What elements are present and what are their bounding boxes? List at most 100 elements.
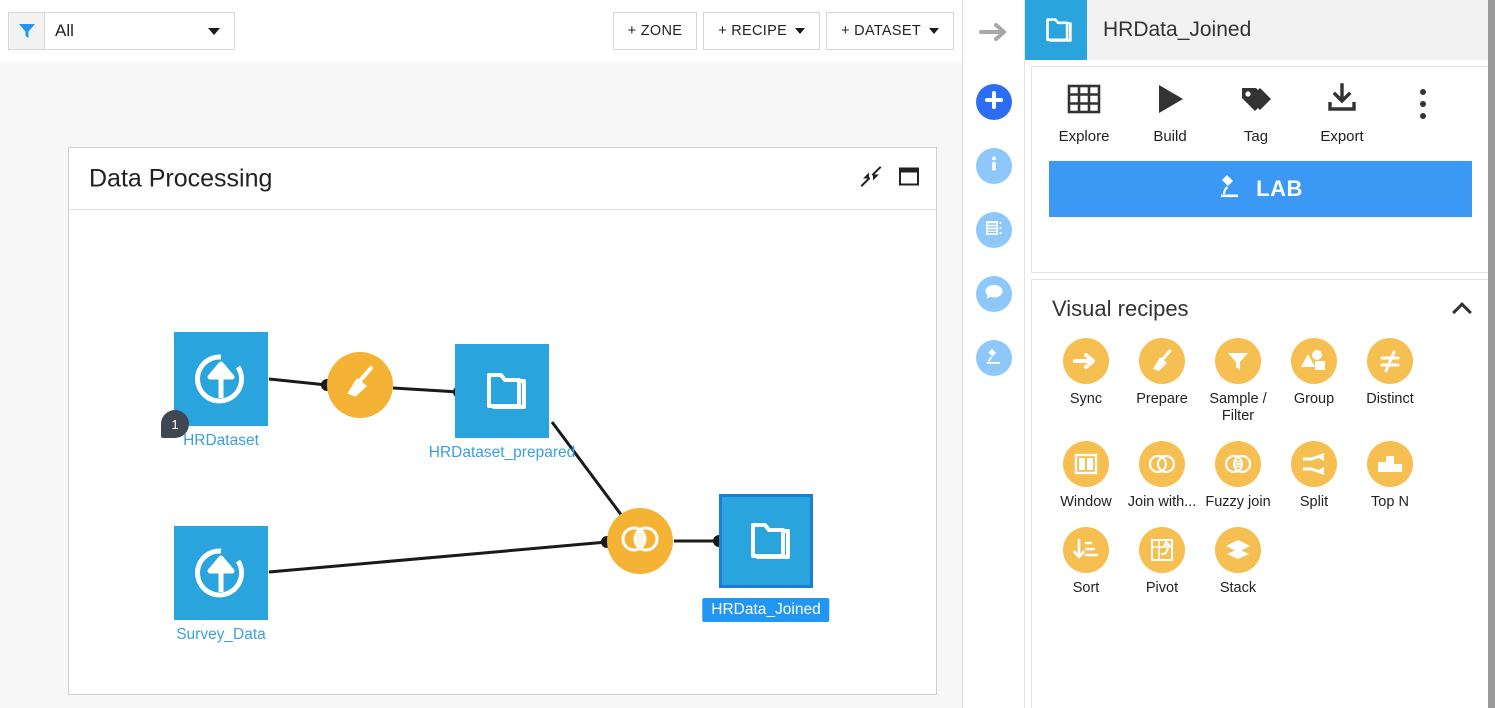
rail-item-add[interactable] [976, 84, 1012, 120]
node-label-hrdataset[interactable]: HRDataset [183, 432, 259, 450]
recipe-pivot[interactable]: Pivot [1124, 527, 1200, 597]
node-hrdataset-prepared[interactable]: HRDataset_prepared [429, 344, 575, 461]
recipe-fuzzy-join[interactable]: Fuzzy join [1200, 441, 1276, 511]
recipe-label: Window [1060, 494, 1112, 511]
node-label-survey-data[interactable]: Survey_Data [176, 626, 266, 644]
tag-icon [1239, 83, 1273, 120]
recipe-top-n[interactable]: Top N [1352, 441, 1428, 511]
panel-rail [963, 0, 1025, 708]
recipe-label: Sync [1069, 391, 1103, 407]
pivot-icon [1139, 527, 1185, 574]
arrow-right-icon[interactable] [979, 20, 1009, 44]
node-join-recipe[interactable] [607, 508, 673, 574]
node-hrdata-joined[interactable]: HRData_Joined [702, 494, 830, 622]
microscope-icon [1218, 173, 1242, 205]
recipe-sample-filter[interactable]: Sample / Filter [1200, 338, 1276, 425]
zone-header-actions [860, 165, 920, 192]
not-equal-icon [1367, 338, 1413, 384]
fuzzy-join-icon [1215, 441, 1261, 488]
export-label: Export [1320, 128, 1364, 145]
lab-button[interactable]: LAB [1049, 161, 1472, 217]
play-icon [1153, 83, 1187, 120]
panel-scrollbar[interactable] [1488, 0, 1495, 708]
dataset-panel: HRData_Joined Explore Build Tag Export L… [1025, 0, 1495, 708]
flow-canvas-area: All + ZONE + RECIPE + DATASET Data Proce… [0, 0, 962, 708]
venn-join-icon [1139, 441, 1185, 488]
recipe-distinct[interactable]: Distinct [1352, 338, 1428, 425]
list-details-icon [984, 219, 1004, 242]
comment-icon [984, 283, 1004, 306]
sort-descending-icon [1063, 527, 1109, 574]
window-icon[interactable] [898, 165, 920, 192]
recipe-split[interactable]: Split [1276, 441, 1352, 511]
badge-count: 1 [171, 416, 179, 432]
recipe-label: Prepare [1136, 391, 1188, 407]
chevron-down-icon [795, 28, 806, 34]
recipe-label: Join with... [1127, 494, 1197, 511]
download-icon [1325, 83, 1359, 120]
filter-select[interactable]: All [45, 13, 234, 49]
dataset-folder-icon [1025, 0, 1087, 60]
filter-funnel-icon [9, 13, 45, 49]
recipe-stack[interactable]: Stack [1200, 527, 1276, 597]
zone-header: Data Processing [69, 148, 936, 210]
join-venn-icon [620, 524, 660, 559]
flow-page: All + ZONE + RECIPE + DATASET Data Proce… [0, 0, 1495, 708]
split-arrows-icon [1291, 441, 1337, 488]
rail-item-details[interactable] [976, 212, 1012, 248]
window-panes-icon [1063, 441, 1109, 488]
dataset-actions: Explore Build Tag Export [1032, 67, 1489, 145]
node-label-hrdata-joined[interactable]: HRData_Joined [702, 598, 830, 622]
add-recipe-button[interactable]: + RECIPE [703, 12, 821, 50]
rail-item-info[interactable] [976, 148, 1012, 184]
node-prepare-recipe[interactable] [327, 352, 393, 418]
zone-data-processing[interactable]: Data Processing 1 HRDataset HRDataset_pr… [68, 147, 937, 695]
recipe-sync[interactable]: Sync [1048, 338, 1124, 425]
build-button[interactable]: Build [1128, 83, 1212, 145]
node-survey-data[interactable]: Survey_Data [174, 526, 268, 643]
rail-buttons [963, 84, 1025, 376]
shapes-group-icon [1291, 338, 1337, 384]
tag-button[interactable]: Tag [1214, 83, 1298, 145]
node-hrdataset[interactable]: 1 HRDataset [161, 332, 268, 449]
kebab-menu-icon[interactable] [1386, 83, 1460, 119]
recipe-join-with[interactable]: Join with... [1124, 441, 1200, 511]
create-buttons: + ZONE + RECIPE + DATASET [612, 12, 954, 50]
recipe-group[interactable]: Group [1276, 338, 1352, 425]
recipe-prepare[interactable]: Prepare [1124, 338, 1200, 425]
rail-item-discussions[interactable] [976, 276, 1012, 312]
zone-canvas: 1 HRDataset HRDataset_prepared Survey_Da… [69, 210, 936, 695]
export-button[interactable]: Export [1300, 83, 1384, 145]
chevron-up-icon[interactable] [1452, 302, 1472, 322]
rail-item-lab[interactable] [976, 340, 1012, 376]
add-dataset-button[interactable]: + DATASET [826, 12, 954, 50]
table-grid-icon [1067, 83, 1101, 120]
zone-filter[interactable]: All [8, 12, 235, 50]
arrows-in-icon[interactable] [860, 165, 882, 192]
info-icon [985, 155, 1003, 178]
chevron-down-icon [208, 28, 220, 35]
arrow-right-circle-icon [1063, 338, 1109, 384]
recipe-label: Group [1293, 391, 1335, 407]
visual-recipes-title: Visual recipes [1052, 296, 1189, 321]
upload-dataset-icon [174, 332, 268, 426]
explore-label: Explore [1058, 128, 1110, 145]
visual-recipes-header[interactable]: Visual recipes [1032, 280, 1489, 338]
recipe-label: Sort [1072, 580, 1100, 597]
explore-button[interactable]: Explore [1042, 83, 1126, 145]
broom-icon [1139, 338, 1185, 384]
funnel-icon [1215, 338, 1261, 384]
add-dataset-label: + DATASET [841, 23, 921, 39]
recipe-window[interactable]: Window [1048, 441, 1124, 511]
podium-icon [1367, 441, 1413, 488]
tag-label: Tag [1243, 128, 1269, 145]
recipe-label: Fuzzy join [1205, 494, 1271, 511]
lab-label: LAB [1256, 176, 1303, 201]
recipe-label: Sample / Filter [1209, 391, 1267, 425]
recipe-sort[interactable]: Sort [1048, 527, 1124, 597]
plus-icon [985, 90, 1003, 114]
dataset-folder-icon [455, 344, 549, 438]
node-label-hrdataset-prepared[interactable]: HRDataset_prepared [429, 444, 575, 462]
add-zone-button[interactable]: + ZONE [612, 12, 698, 50]
visual-recipes-card: Visual recipes Sync Prepare Sample / Fil… [1031, 279, 1490, 708]
